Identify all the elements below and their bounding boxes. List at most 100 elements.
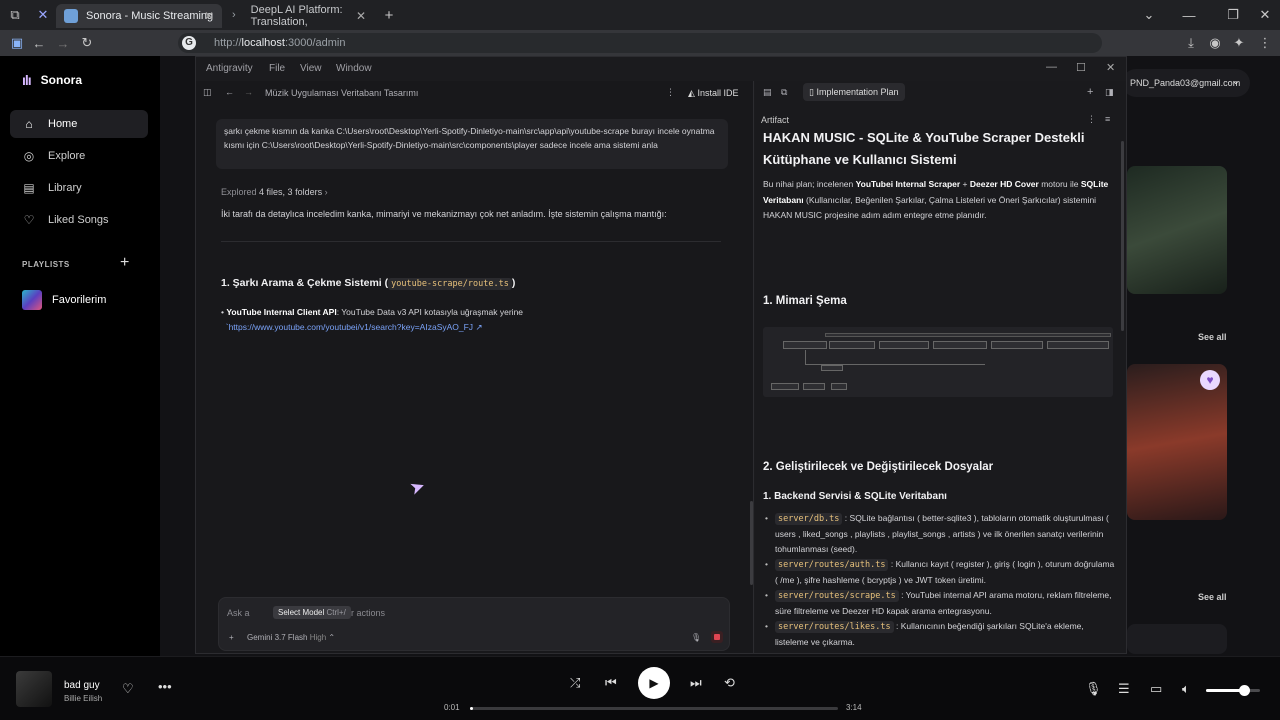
chevron-right-icon: ›	[324, 187, 328, 197]
copy-icon[interactable]: ⧉	[781, 87, 787, 111]
stop-button[interactable]	[711, 631, 723, 643]
microphone-icon[interactable]: 🎙︎	[691, 633, 701, 642]
nav-liked-songs[interactable]: ♡ Liked Songs	[10, 206, 148, 234]
song-artist[interactable]: Billie Eilish	[64, 694, 102, 703]
restore-icon[interactable]: ❐	[1224, 6, 1242, 24]
close-tab-icon[interactable]: ✕	[356, 9, 366, 23]
scrollbar[interactable]	[1121, 141, 1124, 331]
volume-icon[interactable]: 🔈︎	[1182, 681, 1190, 697]
extensions-icon[interactable]: ✦	[1230, 34, 1248, 52]
user-menu[interactable]: PND_Panda03@gmail.com ⌄	[1122, 69, 1250, 97]
sonora-favicon	[64, 9, 78, 23]
architecture-diagram[interactable]	[763, 327, 1113, 397]
close-icon[interactable]: ✕	[1106, 61, 1115, 74]
install-ide-icon: ◭	[688, 88, 695, 98]
install-ide-label: Install IDE	[697, 88, 739, 98]
menu-file[interactable]: File	[269, 63, 285, 74]
see-all-link[interactable]: See all	[1198, 592, 1227, 602]
minimize-icon[interactable]: —	[1046, 61, 1057, 73]
forward-icon[interactable]: →	[54, 34, 72, 52]
brand[interactable]: ılı Sonora	[22, 72, 82, 88]
install-ide-button[interactable]: ◭ Install IDE	[688, 88, 738, 112]
site-info-icon[interactable]: G	[182, 36, 196, 50]
file-path: server/routes/scrape.ts	[775, 590, 899, 602]
sidebar-toggle-icon[interactable]: ▣	[8, 34, 26, 52]
next-icon[interactable]: ⏭	[690, 675, 702, 691]
volume-slider[interactable]	[1206, 685, 1260, 696]
add-tab-icon[interactable]: +	[1087, 86, 1093, 110]
nav-library[interactable]: ▤ Library	[10, 174, 148, 202]
backend-heading: 1. Backend Servisi & SQLite Veritabanı	[763, 491, 947, 502]
minimize-icon[interactable]: —	[1180, 6, 1198, 24]
model-name: Gemini 3.7 Flash	[247, 633, 308, 642]
devices-icon[interactable]: ▭	[1150, 681, 1162, 697]
add-context-icon[interactable]: +	[229, 633, 234, 642]
list-item: server/routes/likes.ts : Kullanıcının be…	[763, 619, 1115, 650]
previous-icon[interactable]: ⏮	[605, 675, 617, 691]
like-heart-icon[interactable]: ♡	[122, 681, 134, 697]
tab-actions-icon[interactable]: ⧉	[6, 6, 24, 24]
shuffle-icon[interactable]: ⤮	[570, 675, 580, 691]
queue-icon[interactable]: ☰	[1118, 681, 1130, 697]
tab-implementation-plan[interactable]: ▯ Implementation Plan	[803, 83, 905, 101]
more-icon[interactable]: •••	[158, 679, 172, 694]
diagram-node	[991, 341, 1043, 349]
list-item: server/db.ts : SQLite bağlantısı ( bette…	[763, 511, 1115, 557]
menu-view[interactable]: View	[300, 63, 322, 74]
backend-file-list: server/db.ts : SQLite bağlantısı ( bette…	[763, 511, 1115, 650]
sidebar-toggle-icon[interactable]: ◫	[203, 87, 212, 111]
tab-sonora[interactable]: Sonora - Music Streaming ✕	[56, 4, 222, 28]
playlist-item[interactable]: Favorilerim	[22, 290, 106, 310]
volume-knob[interactable]	[1238, 685, 1250, 696]
reload-icon[interactable]: ↻	[78, 34, 96, 52]
forward-icon[interactable]: →	[244, 87, 253, 111]
maximize-icon[interactable]: ☐	[1076, 61, 1086, 74]
close-tab-icon[interactable]: ✕	[204, 9, 214, 23]
panel-toggle-icon[interactable]: ◨	[1105, 87, 1114, 111]
scrollbar[interactable]	[750, 501, 753, 585]
album-card[interactable]	[1127, 624, 1227, 654]
nav-home[interactable]: ⌂ Home	[10, 110, 148, 138]
explored-detail: 4 files, 3 folders	[259, 187, 323, 197]
address-bar[interactable]: G http://localhost:3000/admin	[178, 33, 1102, 53]
album-card[interactable]	[1127, 166, 1227, 294]
section-heading: 1. Şarkı Arama & Çekme Sistemi (youtube-…	[221, 277, 515, 290]
now-playing-cover[interactable]	[16, 671, 52, 707]
agent-cursor-icon: ➤	[406, 475, 428, 500]
back-icon[interactable]: ←	[30, 34, 48, 52]
home-icon: ⌂	[25, 117, 33, 131]
liked-heart-icon[interactable]: ♥	[1200, 370, 1220, 390]
download-icon[interactable]: ⤓	[1182, 34, 1200, 52]
microphone-icon[interactable]: 🎙︎	[1085, 681, 1102, 697]
song-title[interactable]: bad guy	[64, 680, 100, 691]
external-link-icon[interactable]: ↗	[475, 322, 482, 332]
repeat-icon[interactable]: ⟲	[724, 675, 735, 691]
menu-window[interactable]: Window	[336, 63, 372, 74]
artifact-title: HAKAN MUSIC - SQLite & YouTube Scraper D…	[763, 130, 1085, 167]
tab-deepl[interactable]: › DeepL AI Platform: Translation, ✕	[224, 4, 374, 28]
pinned-tab-icon[interactable]: ✕	[34, 6, 52, 24]
tab-search-icon[interactable]: ⌄	[1140, 6, 1158, 24]
chat-composer[interactable]: Ask a on, / for actions Select Model Ctrl…	[218, 597, 730, 651]
close-window-icon[interactable]: ✕	[1256, 6, 1274, 24]
new-tab-button[interactable]: +	[380, 6, 398, 24]
profile-icon[interactable]: ◉	[1206, 34, 1224, 52]
add-playlist-button[interactable]: +	[120, 254, 129, 272]
play-button[interactable]: ▶	[638, 667, 670, 699]
see-all-link[interactable]: See all	[1198, 332, 1227, 342]
explored-summary[interactable]: Explored 4 files, 3 folders ›	[221, 187, 328, 197]
back-icon[interactable]: ←	[225, 87, 234, 111]
window-menu-bar: Antigravity File View Window — ☐ ✕	[196, 57, 1126, 81]
nav-explore[interactable]: ◎ Explore	[10, 142, 148, 170]
playlists-heading: PLAYLISTS	[22, 260, 70, 269]
model-selector[interactable]: Gemini 3.7 Flash High ⌃	[247, 633, 335, 642]
browser-menu-icon[interactable]: ⋮	[1256, 34, 1274, 52]
seek-bar[interactable]	[470, 707, 838, 710]
agent-conversation-panel: ◫ ← → Müzik Uygulaması Veritabanı Tasarı…	[196, 81, 754, 653]
youtube-api-link[interactable]: `https://www.youtube.com/youtubei/v1/sea…	[226, 322, 473, 332]
more-vertical-icon[interactable]: ⋮	[666, 87, 675, 111]
menu-antigravity[interactable]: Antigravity	[206, 63, 253, 74]
diagram-node	[1047, 341, 1109, 349]
elapsed-time: 0:01	[444, 703, 460, 712]
document-icon[interactable]: ▤	[763, 87, 772, 111]
